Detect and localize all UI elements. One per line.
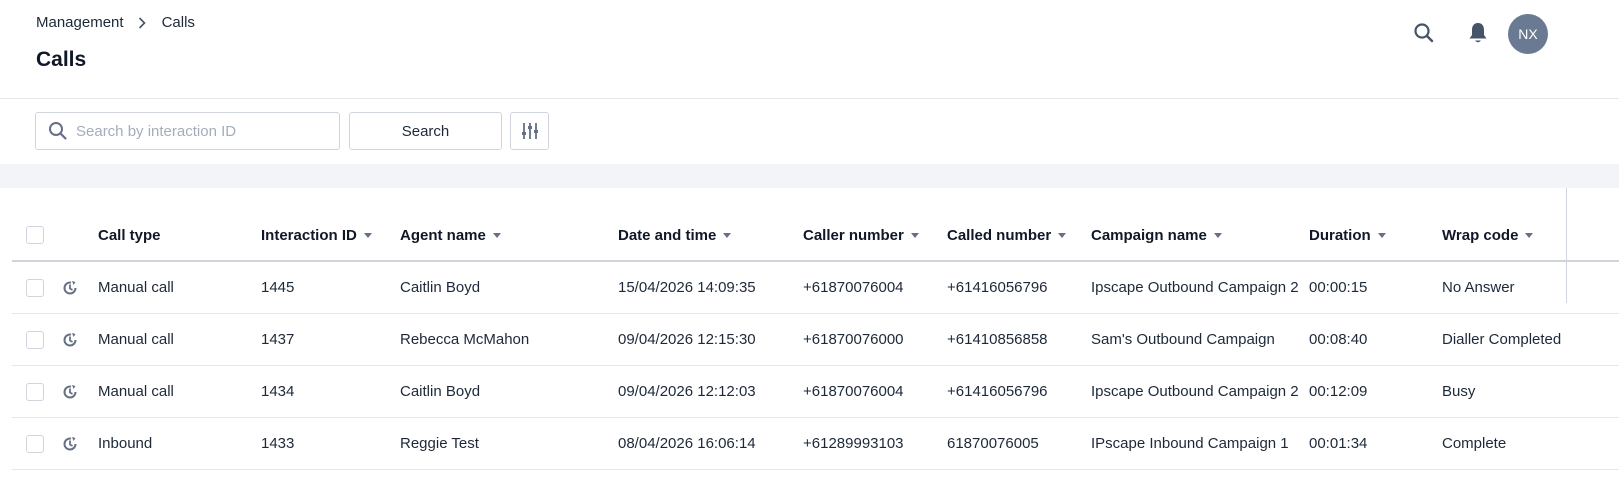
bell-icon[interactable] [1459, 14, 1497, 52]
call-history-icon [63, 280, 77, 294]
cell-wrap-code: No Answer [1442, 279, 1515, 296]
cell-campaign-name: Sam's Outbound Campaign [1091, 331, 1275, 348]
cell-agent-name: Caitlin Boyd [400, 383, 481, 400]
column-header-date-time[interactable]: Date and time [618, 210, 732, 260]
row-checkbox[interactable] [26, 278, 44, 297]
cell-called-number: +61416056796 [947, 383, 1048, 400]
filter-button[interactable] [510, 112, 549, 150]
breadcrumb-management[interactable]: Management [36, 14, 124, 31]
sort-caret-icon [910, 232, 919, 238]
search-input[interactable] [76, 122, 326, 140]
column-header-call-type: Call type [98, 226, 161, 244]
search-button[interactable]: Search [349, 112, 502, 150]
cell-duration: 00:01:34 [1309, 435, 1368, 452]
chevron-right-icon [138, 16, 148, 29]
table-row[interactable]: Manual call 1434 Caitlin Boyd 09/04/2026… [12, 366, 1619, 418]
cell-campaign-name: IPscape Inbound Campaign 1 [1091, 435, 1289, 452]
sort-caret-icon [363, 232, 372, 238]
cell-date-time: 15/04/2026 14:09:35 [618, 279, 756, 296]
table-row[interactable]: Inbound 1433 Reggie Test 08/04/2026 16:0… [12, 418, 1619, 470]
cell-called-number: +61410856858 [947, 331, 1048, 348]
cell-call-type: Inbound [98, 435, 153, 452]
cell-interaction-id: 1437 [261, 331, 295, 348]
search-field[interactable] [35, 112, 340, 150]
page-title: Calls [36, 48, 87, 71]
toolbar: Search [0, 100, 1619, 164]
search-icon[interactable] [1405, 14, 1443, 52]
column-header-wrap-code[interactable]: Wrap code [1442, 210, 1534, 260]
column-header-caller-number[interactable]: Caller number [803, 210, 919, 260]
sort-caret-icon [723, 232, 732, 238]
row-checkbox[interactable] [26, 434, 44, 453]
cell-date-time: 09/04/2026 12:15:30 [618, 331, 756, 348]
column-header-called-number[interactable]: Called number [947, 210, 1067, 260]
cell-called-number: 61870076005 [947, 435, 1039, 452]
breadcrumb-calls: Calls [161, 14, 195, 31]
cell-campaign-name: Ipscape Outbound Campaign 2 [1091, 383, 1299, 400]
cell-agent-name: Rebecca McMahon [400, 331, 530, 348]
column-header-campaign-name[interactable]: Campaign name [1091, 210, 1222, 260]
cell-interaction-id: 1445 [261, 279, 295, 296]
section-divider [0, 164, 1619, 188]
table-header-row: Call type Interaction ID Agent name Date… [12, 210, 1619, 262]
breadcrumb: Management Calls [36, 14, 195, 31]
table-scroll-edge [1566, 188, 1567, 303]
cell-caller-number: +61289993103 [803, 435, 904, 452]
cell-date-time: 09/04/2026 12:12:03 [618, 383, 756, 400]
call-history-icon [63, 436, 77, 450]
column-header-agent-name[interactable]: Agent name [400, 210, 501, 260]
select-all-checkbox[interactable] [26, 226, 44, 244]
search-icon [49, 122, 67, 140]
row-checkbox[interactable] [26, 330, 44, 349]
sliders-icon [521, 123, 538, 139]
cell-call-type: Manual call [98, 383, 174, 400]
sort-caret-icon [1213, 232, 1222, 238]
cell-agent-name: Caitlin Boyd [400, 279, 481, 296]
call-history-icon [63, 332, 77, 346]
cell-call-type: Manual call [98, 331, 174, 348]
sort-caret-icon [1525, 232, 1534, 238]
column-header-interaction-id[interactable]: Interaction ID [261, 210, 372, 260]
cell-interaction-id: 1433 [261, 435, 295, 452]
cell-duration: 00:00:15 [1309, 279, 1368, 296]
cell-call-type: Manual call [98, 279, 174, 296]
cell-called-number: +61416056796 [947, 279, 1048, 296]
cell-duration: 00:08:40 [1309, 331, 1368, 348]
calls-table: Call type Interaction ID Agent name Date… [12, 210, 1619, 470]
cell-interaction-id: 1434 [261, 383, 295, 400]
avatar[interactable]: NX [1508, 14, 1548, 54]
cell-caller-number: +61870076004 [803, 279, 904, 296]
cell-duration: 00:12:09 [1309, 383, 1368, 400]
cell-caller-number: +61870076004 [803, 383, 904, 400]
cell-date-time: 08/04/2026 16:06:14 [618, 435, 756, 452]
cell-wrap-code: Dialler Completed [1442, 331, 1562, 348]
table-row[interactable]: Manual call 1437 Rebecca McMahon 09/04/2… [12, 314, 1619, 366]
cell-wrap-code: Complete [1442, 435, 1507, 452]
sort-caret-icon [492, 232, 501, 238]
cell-caller-number: +61870076000 [803, 331, 904, 348]
sort-caret-icon [1377, 232, 1386, 238]
table-row[interactable]: Manual call 1445 Caitlin Boyd 15/04/2026… [12, 262, 1619, 314]
sort-caret-icon [1058, 232, 1067, 238]
column-header-duration[interactable]: Duration [1309, 210, 1386, 260]
cell-agent-name: Reggie Test [400, 435, 479, 452]
call-history-icon [63, 384, 77, 398]
row-checkbox[interactable] [26, 382, 44, 401]
top-header: Management Calls Calls NX [0, 0, 1619, 99]
cell-wrap-code: Busy [1442, 383, 1476, 400]
cell-campaign-name: Ipscape Outbound Campaign 2 [1091, 279, 1299, 296]
